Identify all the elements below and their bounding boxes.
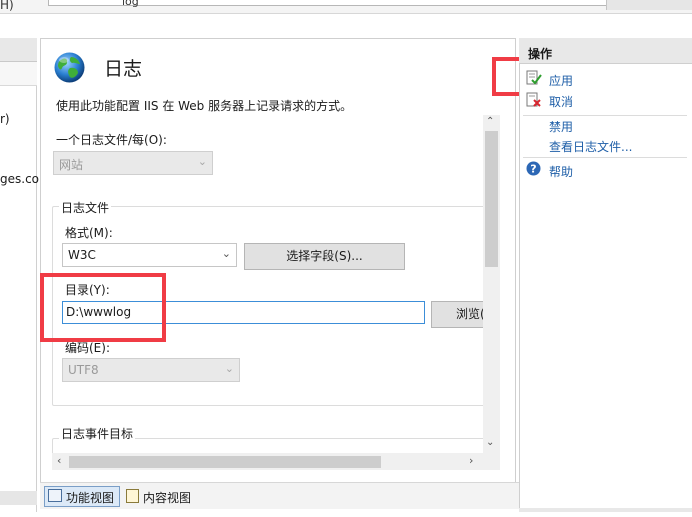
- chevron-down-icon: ⌄: [224, 362, 234, 375]
- select-fields-button[interactable]: 选择字段(S)...: [244, 243, 405, 270]
- vertical-scrollbar-thumb[interactable]: [485, 131, 498, 267]
- chevron-down-icon: ⌄: [197, 155, 207, 168]
- apply-action[interactable]: 应用: [549, 72, 573, 89]
- disable-action[interactable]: 禁用: [549, 118, 573, 135]
- globe-icon: [54, 52, 85, 83]
- event-destination-group-title: 日志事件目标: [59, 425, 136, 442]
- cancel-action[interactable]: 取消: [549, 93, 573, 110]
- help-icon: ?: [526, 161, 541, 176]
- connections-pane-header: [0, 38, 37, 62]
- encoding-value: UTF8: [68, 363, 99, 377]
- tree-item[interactable]: ges.co: [0, 172, 39, 186]
- format-select[interactable]: W3C ⌄: [62, 243, 237, 267]
- tab-content-view-label[interactable]: 内容视图: [143, 489, 191, 506]
- horizontal-scrollbar-thumb[interactable]: [69, 456, 381, 468]
- address-text: log: [122, 0, 139, 8]
- one-log-per-select[interactable]: 网站 ⌄: [53, 151, 213, 175]
- one-log-per-label: 一个日志文件/每(O):: [56, 133, 167, 147]
- actions-separator: [523, 157, 687, 158]
- help-action[interactable]: 帮助: [549, 163, 573, 180]
- actions-separator: [523, 115, 687, 116]
- tree-item[interactable]: r): [0, 112, 10, 126]
- page-title: 日志: [104, 58, 143, 80]
- toolbar-fragment: [606, 0, 692, 10]
- annotation-directory-highlight: [40, 273, 166, 342]
- format-label: 格式(M):: [65, 226, 113, 240]
- encoding-select[interactable]: UTF8 ⌄: [62, 358, 240, 382]
- log-file-group-title: 日志文件: [59, 199, 112, 216]
- scroll-down-icon[interactable]: ⌄: [486, 437, 494, 448]
- svg-text:?: ?: [530, 163, 536, 176]
- format-value: W3C: [68, 248, 96, 262]
- actions-pane: [519, 38, 692, 512]
- connections-pane-toolbar: [0, 62, 37, 86]
- feature-view-icon: [48, 489, 62, 502]
- cancel-x-icon: [526, 92, 541, 107]
- feature-description: 使用此功能配置 IIS 在 Web 服务器上记录请求的方式。: [56, 99, 353, 113]
- connections-scrollbar[interactable]: [0, 491, 37, 505]
- actions-pane-footer: [519, 508, 692, 512]
- one-log-per-value: 网站: [59, 158, 84, 172]
- chevron-down-icon: ⌄: [221, 247, 231, 260]
- actions-title: 操作: [528, 47, 553, 61]
- view-log-files-action[interactable]: 查看日志文件...: [549, 138, 632, 155]
- tab-feature-view-label[interactable]: 功能视图: [66, 489, 114, 506]
- menu-fragment[interactable]: H): [0, 0, 14, 12]
- scroll-right-icon[interactable]: ›: [469, 454, 473, 467]
- connections-pane: [0, 38, 37, 512]
- scroll-up-icon[interactable]: ⌃: [486, 116, 494, 127]
- content-view-icon: [126, 489, 139, 503]
- apply-check-icon: [526, 70, 542, 85]
- scroll-left-icon[interactable]: ‹: [57, 454, 61, 467]
